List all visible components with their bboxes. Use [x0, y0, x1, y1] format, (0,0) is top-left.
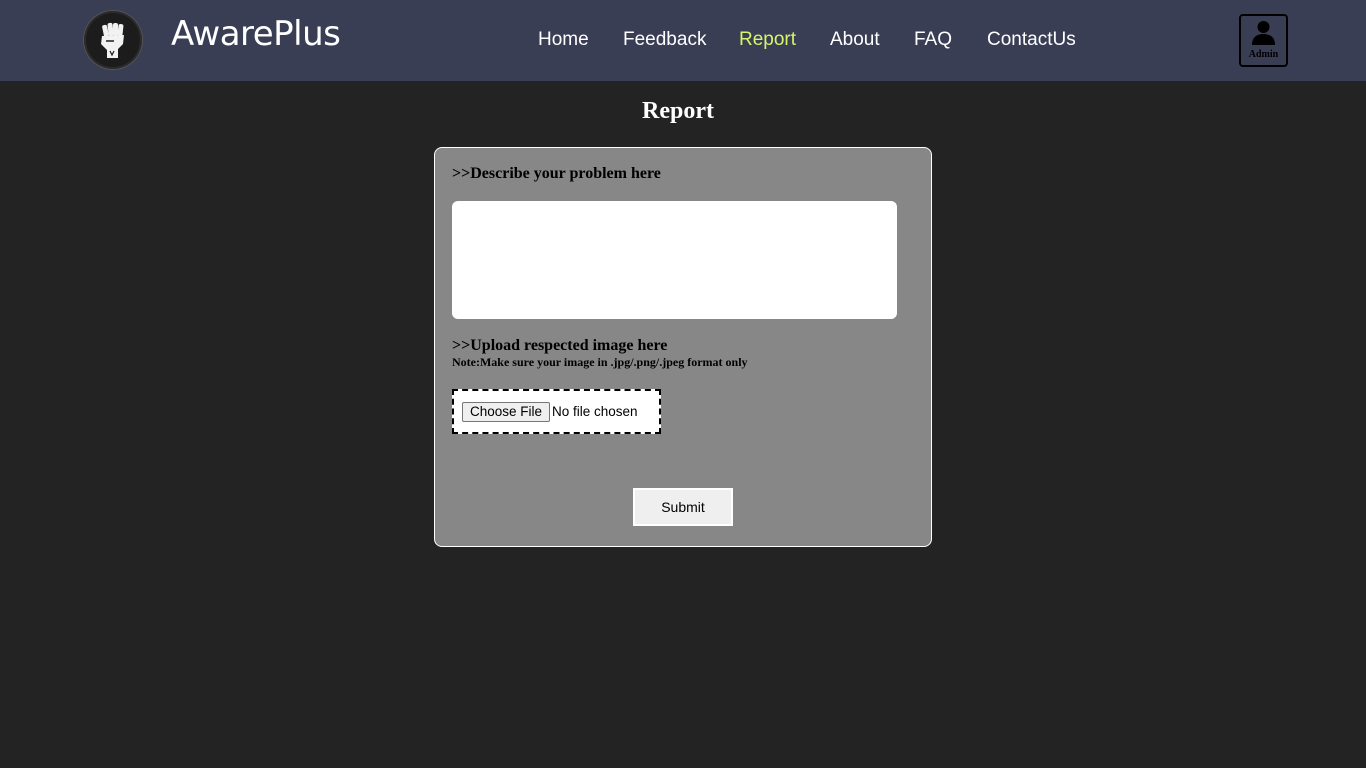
- nav-home[interactable]: Home: [538, 29, 589, 51]
- format-note: Note:Make sure your image in .jpg/.png/.…: [452, 355, 748, 369]
- describe-label: >>Describe your problem here: [452, 165, 661, 182]
- nav-faq[interactable]: FAQ: [914, 29, 952, 51]
- user-icon: [1252, 21, 1275, 45]
- page-title: Report: [642, 98, 714, 124]
- nav-contactus[interactable]: ContactUs: [987, 29, 1076, 51]
- nav-about[interactable]: About: [830, 29, 880, 51]
- nav-feedback[interactable]: Feedback: [623, 29, 706, 51]
- brand-name[interactable]: AwarePlus: [171, 14, 341, 54]
- admin-button[interactable]: Admin: [1239, 14, 1288, 67]
- logo[interactable]: [84, 11, 142, 69]
- raised-fist-icon: [101, 22, 124, 58]
- submit-button[interactable]: Submit: [633, 488, 733, 526]
- nav-report[interactable]: Report: [739, 29, 796, 51]
- report-form: >>Describe your problem here >>Upload re…: [434, 147, 932, 547]
- file-upload-box[interactable]: Choose File No file chosen: [452, 389, 661, 434]
- file-status: No file chosen: [552, 404, 638, 419]
- choose-file-button[interactable]: Choose File: [462, 402, 551, 422]
- problem-textarea[interactable]: [452, 201, 897, 319]
- upload-label: >>Upload respected image here: [452, 337, 668, 354]
- admin-label: Admin: [1248, 49, 1279, 60]
- navbar: AwarePlus Home Feedback Report About FAQ…: [0, 0, 1366, 81]
